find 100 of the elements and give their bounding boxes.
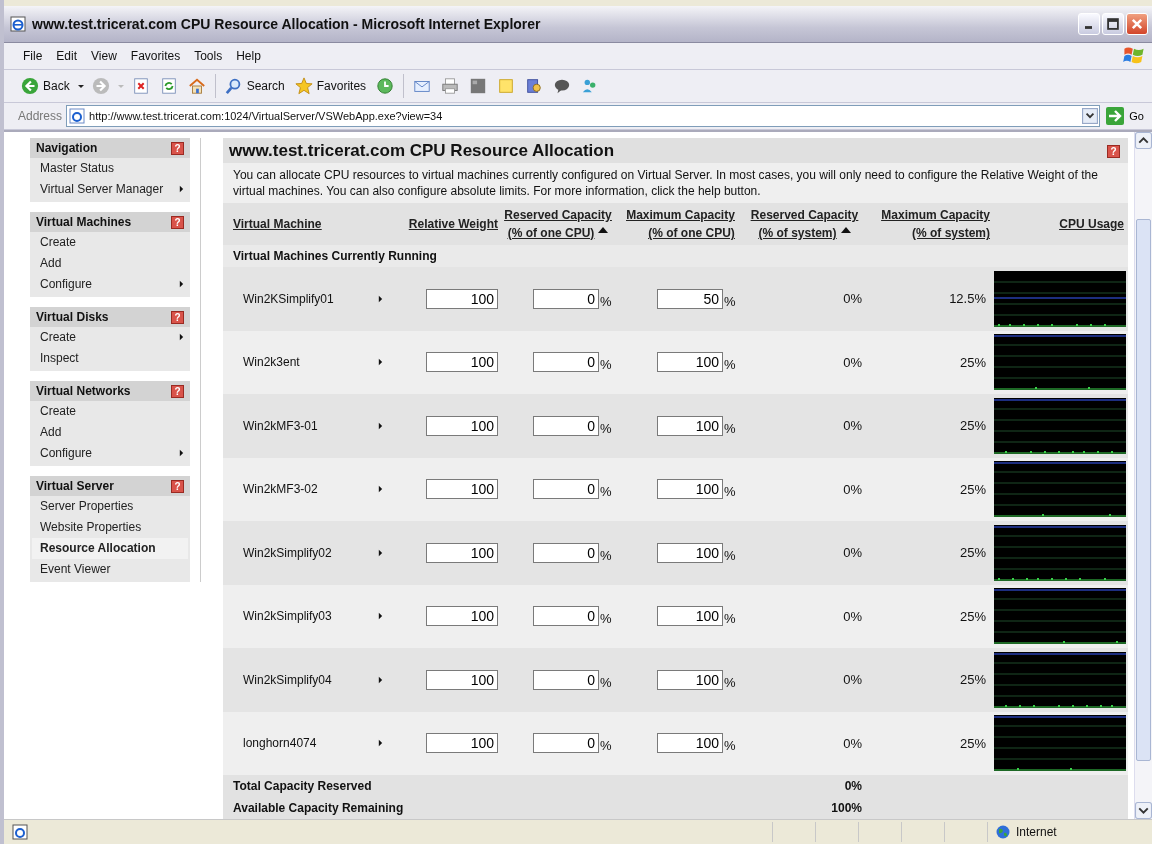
minimize-button[interactable] bbox=[1078, 13, 1100, 35]
column-header-link[interactable]: CPU Usage bbox=[1059, 215, 1124, 233]
sidebar-item[interactable]: Resource Allocation bbox=[32, 538, 188, 559]
maximize-button[interactable] bbox=[1102, 13, 1124, 35]
go-button[interactable]: Go bbox=[1104, 107, 1152, 125]
sidebar-item[interactable]: Add bbox=[30, 253, 190, 274]
column-header-link[interactable]: Maximum Capacity (% of system) bbox=[881, 206, 990, 242]
reserved-capacity-field[interactable]: 0 bbox=[533, 733, 599, 754]
unit-label: % bbox=[600, 357, 612, 373]
unit-label: % bbox=[724, 293, 736, 309]
help-button[interactable]: ? bbox=[1107, 144, 1120, 158]
vertical-scrollbar[interactable] bbox=[1134, 132, 1152, 819]
column-header-link[interactable]: Virtual Machine bbox=[233, 215, 322, 233]
refresh-icon[interactable] bbox=[159, 77, 178, 95]
weight-field[interactable]: 100 bbox=[426, 479, 498, 500]
sidebar-item[interactable]: Inspect bbox=[30, 348, 190, 369]
sidebar-item[interactable]: Add bbox=[30, 422, 190, 443]
sidebar-item[interactable]: Event Viewer bbox=[30, 559, 190, 580]
column-header-link[interactable]: Reserved Capacity (% of one CPU) bbox=[504, 206, 612, 242]
unit-label: % bbox=[600, 293, 612, 309]
scroll-down-button[interactable] bbox=[1135, 802, 1152, 819]
sidebar-item[interactable]: Create bbox=[30, 232, 190, 253]
maximum-capacity-field[interactable]: 100 bbox=[657, 606, 723, 627]
menu-arrow-icon[interactable] bbox=[378, 485, 383, 494]
column-header-link[interactable]: Maximum Capacity (% of one CPU) bbox=[626, 206, 735, 242]
weight-field[interactable]: 100 bbox=[426, 542, 498, 563]
menu-item[interactable]: Tools bbox=[189, 47, 228, 65]
reserved-capacity-field[interactable]: 0 bbox=[533, 415, 599, 436]
reserved-capacity-field[interactable]: 0 bbox=[533, 606, 599, 627]
vm-name: Win2KSimplify01 bbox=[242, 291, 335, 306]
description: You can allocate CPU resources to virtual machines currently configured on Virtual Server. In most cases, you will only need to configure the Relative Weight of the virtual machines. You can also configure absolute limits. For more information, click the help button. bbox=[232, 167, 1099, 200]
maximum-capacity-field[interactable]: 100 bbox=[657, 733, 723, 754]
menu-arrow-icon[interactable] bbox=[378, 548, 383, 557]
column-header-link[interactable]: Relative Weight bbox=[408, 215, 498, 233]
section-label: Virtual Machines Currently Running bbox=[233, 249, 437, 263]
messenger-icon[interactable] bbox=[553, 77, 572, 95]
address-field[interactable]: http://www.test.tricerat.com:1024/VirtualServer/VSWebApp.exe?view=34 bbox=[66, 105, 1101, 127]
stop-icon[interactable] bbox=[131, 77, 150, 95]
column-header-link[interactable]: Reserved Capacity (% of system) bbox=[750, 206, 859, 242]
menu-arrow-icon[interactable] bbox=[378, 421, 383, 430]
sidebar-heading: Virtual Server bbox=[36, 479, 114, 493]
table-cell-text: 25% bbox=[958, 735, 987, 751]
caret-icon[interactable] bbox=[76, 82, 85, 90]
menu-arrow-icon[interactable] bbox=[378, 294, 383, 303]
menu-arrow-icon[interactable] bbox=[378, 612, 383, 621]
menu-arrow-icon[interactable] bbox=[378, 739, 383, 748]
reserved-capacity-field[interactable]: 0 bbox=[533, 352, 599, 373]
help-button[interactable]: ? bbox=[171, 384, 184, 398]
home-icon[interactable] bbox=[187, 77, 206, 95]
dropdown-icon[interactable] bbox=[1082, 108, 1099, 124]
menu-arrow-icon[interactable] bbox=[378, 675, 383, 684]
total-label: Available Capacity Remaining bbox=[233, 801, 405, 815]
search-button[interactable]: Search bbox=[221, 75, 288, 97]
sidebar-item[interactable]: Create bbox=[30, 401, 190, 422]
print-icon[interactable] bbox=[441, 77, 460, 95]
help-button[interactable]: ? bbox=[171, 479, 184, 493]
menu-item[interactable]: Favorites bbox=[125, 47, 186, 65]
history-icon[interactable] bbox=[376, 77, 395, 95]
menu-item[interactable]: Help bbox=[231, 47, 266, 65]
table-cell-text: 0% bbox=[842, 481, 863, 497]
menu-item[interactable]: View bbox=[86, 47, 122, 65]
maximum-capacity-field[interactable]: 50 bbox=[657, 288, 723, 309]
weight-field[interactable]: 100 bbox=[426, 733, 498, 754]
reserved-capacity-field[interactable]: 0 bbox=[533, 669, 599, 690]
weight-field[interactable]: 100 bbox=[426, 288, 498, 309]
help-button[interactable]: ? bbox=[171, 310, 184, 324]
weight-field[interactable]: 100 bbox=[426, 669, 498, 690]
table-cell-text: 0% bbox=[842, 418, 863, 434]
sidebar-item[interactable]: Create bbox=[30, 327, 190, 348]
close-button[interactable] bbox=[1126, 13, 1148, 35]
sidebar-item[interactable]: Configure bbox=[30, 443, 190, 464]
unit-label: % bbox=[724, 357, 736, 373]
maximum-capacity-field[interactable]: 100 bbox=[657, 542, 723, 563]
scroll-up-button[interactable] bbox=[1135, 132, 1152, 149]
back-button[interactable]: Back bbox=[18, 75, 73, 97]
help-button[interactable]: ? bbox=[171, 141, 184, 155]
maximum-capacity-field[interactable]: 100 bbox=[657, 415, 723, 436]
weight-field[interactable]: 100 bbox=[426, 606, 498, 627]
maximum-capacity-field[interactable]: 100 bbox=[657, 669, 723, 690]
reserved-capacity-field[interactable]: 0 bbox=[533, 479, 599, 500]
reserved-capacity-field[interactable]: 0 bbox=[533, 542, 599, 563]
maximum-capacity-field[interactable]: 100 bbox=[657, 352, 723, 373]
table-cell-text: 12.5% bbox=[948, 291, 987, 307]
weight-field[interactable]: 100 bbox=[426, 415, 498, 436]
favorites-button[interactable]: Favorites bbox=[291, 75, 370, 97]
reserved-capacity-field[interactable]: 0 bbox=[533, 288, 599, 309]
maximum-capacity-field[interactable]: 100 bbox=[657, 479, 723, 500]
sidebar-item[interactable]: Virtual Server Manager bbox=[30, 179, 190, 200]
sidebar-heading: Virtual Networks bbox=[36, 384, 131, 398]
sidebar-item[interactable]: Configure bbox=[30, 274, 190, 295]
menu-item[interactable]: File bbox=[18, 47, 48, 65]
menu-item[interactable]: Edit bbox=[51, 47, 83, 65]
menu-arrow-icon[interactable] bbox=[378, 358, 383, 367]
sidebar-item[interactable]: Server Properties bbox=[30, 496, 190, 517]
total-value: 100% bbox=[830, 801, 863, 815]
sidebar-item[interactable]: Website Properties bbox=[30, 517, 190, 538]
weight-field[interactable]: 100 bbox=[426, 352, 498, 373]
help-button[interactable]: ? bbox=[171, 215, 184, 229]
sidebar-item[interactable]: Master Status bbox=[30, 158, 190, 179]
unit-label: % bbox=[600, 484, 612, 500]
